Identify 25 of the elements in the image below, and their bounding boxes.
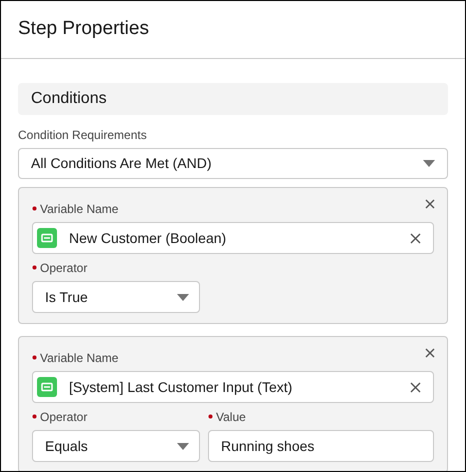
section-title: Conditions (31, 89, 107, 109)
field-label: Variable Name (40, 351, 118, 365)
variable-icon (37, 228, 57, 248)
variable-icon (37, 377, 57, 397)
caret-icon (423, 160, 435, 167)
field-label: Variable Name (40, 202, 118, 216)
caret-icon (177, 294, 189, 300)
clear-icon[interactable] (410, 382, 421, 392)
variable-field[interactable]: New Customer (Boolean) (32, 222, 434, 254)
caret-icon (177, 442, 189, 450)
field-label: Operator (40, 410, 88, 424)
remove-condition-button[interactable] (423, 346, 437, 360)
remove-condition-button[interactable] (423, 197, 437, 211)
clear-icon[interactable] (410, 232, 421, 244)
variable-field[interactable]: [System] Last Customer Input (Text) (32, 371, 434, 403)
close-icon (425, 348, 435, 358)
operator-dropdown[interactable]: Is True (32, 281, 200, 313)
field-label: Value (216, 410, 246, 424)
requirements-dropdown[interactable]: All Conditions Are Met (AND) (18, 148, 448, 179)
panel-title: Step Properties (18, 17, 149, 42)
field-label: Condition Requirements (18, 127, 148, 144)
field-label: Operator (40, 261, 88, 275)
operator-dropdown[interactable]: Equals (32, 430, 200, 462)
value-field[interactable]: Running shoes (208, 430, 434, 462)
close-icon (425, 199, 435, 209)
